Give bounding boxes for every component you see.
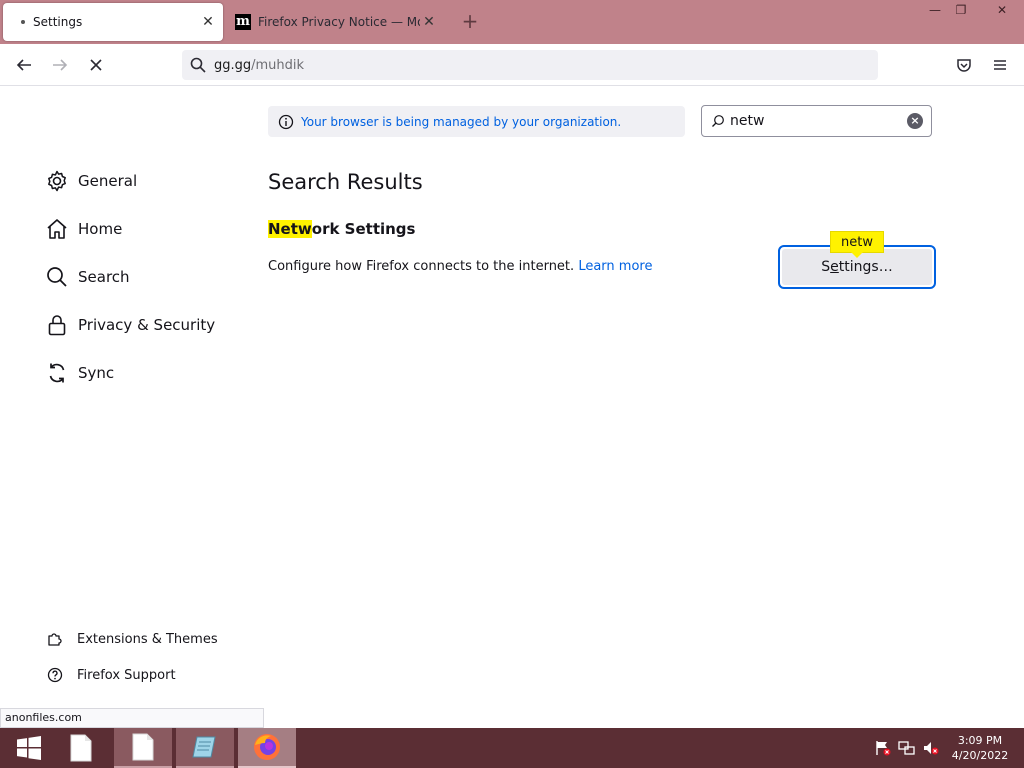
tab-title: Settings <box>33 15 83 29</box>
policy-banner-text: Your browser is being managed by your or… <box>301 114 622 129</box>
arrow-right-icon <box>53 59 68 71</box>
button-text-start: S <box>821 259 831 275</box>
url-path: /muhdik <box>251 57 305 73</box>
network-settings-heading: Network Settings <box>268 220 415 238</box>
windows-taskbar: 3:09 PM 4/20/2022 <box>0 728 1024 768</box>
home-icon <box>44 216 70 242</box>
gear-icon <box>44 168 70 194</box>
taskbar-notepad-app[interactable] <box>176 728 234 768</box>
sync-icon <box>44 360 70 386</box>
sidebar-item-label: Privacy & Security <box>78 316 216 334</box>
sidebar-item-sync[interactable]: Sync <box>44 360 114 386</box>
search-results-heading: Search Results <box>268 170 423 194</box>
settings-search-input[interactable] <box>730 113 900 129</box>
learn-more-link[interactable]: Learn more <box>578 259 652 274</box>
badge-pointer <box>851 252 863 258</box>
mozilla-favicon-icon: m <box>235 14 251 30</box>
pocket-icon <box>957 59 971 72</box>
tab-loading-dot <box>21 20 25 24</box>
document-icon <box>132 733 154 761</box>
sidebar-item-label: Sync <box>78 364 115 382</box>
lock-icon <box>44 312 70 338</box>
window-close-button[interactable]: ✕ <box>980 0 1024 22</box>
windows-logo-icon <box>17 736 41 760</box>
sidebar-item-home[interactable]: Home <box>44 216 122 242</box>
start-button[interactable] <box>0 728 58 768</box>
app-menu-button[interactable] <box>986 51 1014 79</box>
puzzle-icon <box>46 630 64 648</box>
settings-search-field[interactable]: × <box>701 105 932 137</box>
search-icon <box>44 264 70 290</box>
button-accesskey: e <box>830 259 839 275</box>
tab-close-button[interactable]: ✕ <box>420 14 438 30</box>
policy-banner[interactable]: Your browser is being managed by your or… <box>268 106 685 137</box>
network-settings-description: Configure how Firefox connects to the in… <box>268 259 652 274</box>
status-url-overlay: anonfiles.com <box>0 708 264 728</box>
new-tab-button[interactable]: + <box>458 10 482 34</box>
tab-privacy-notice[interactable]: m Firefox Privacy Notice — Mozilla ✕ <box>226 3 444 41</box>
address-bar[interactable]: gg.gg/muhdik <box>182 50 878 80</box>
extensions-themes-label: Extensions & Themes <box>77 631 218 647</box>
info-icon <box>277 113 295 131</box>
system-clock[interactable]: 3:09 PM 4/20/2022 <box>948 733 1012 763</box>
volume-muted-icon[interactable] <box>922 740 940 756</box>
sidebar-item-label: General <box>78 172 138 190</box>
sidebar-item-label: Home <box>78 220 123 238</box>
tab-settings[interactable]: Settings ✕ <box>3 3 223 41</box>
search-match-highlight: Netw <box>268 220 312 238</box>
taskbar-file-app-2[interactable] <box>114 728 172 768</box>
firefox-support-label: Firefox Support <box>77 667 176 683</box>
heading-rest: ork Settings <box>311 220 416 238</box>
search-icon <box>710 113 726 129</box>
action-center-flag-icon[interactable] <box>874 740 892 756</box>
search-icon <box>190 57 206 73</box>
firefox-logo-icon <box>254 734 280 760</box>
hamburger-menu-icon <box>994 60 1006 70</box>
document-icon <box>70 734 92 762</box>
tab-title: Firefox Privacy Notice — Mozilla <box>258 15 420 29</box>
firefox-support-link[interactable]: Firefox Support <box>46 666 176 684</box>
sidebar-item-general[interactable]: General <box>44 168 137 194</box>
tab-close-button[interactable]: ✕ <box>199 14 217 30</box>
sidebar-item-label: Search <box>78 268 130 286</box>
clear-search-icon[interactable]: × <box>907 113 923 129</box>
restore-button[interactable]: ❐ <box>946 0 976 22</box>
back-button[interactable] <box>10 51 38 79</box>
taskbar-file-app[interactable] <box>52 728 110 768</box>
extensions-themes-link[interactable]: Extensions & Themes <box>46 630 218 648</box>
nav-toolbar: gg.gg/muhdik <box>0 44 1024 86</box>
search-match-badge: netw <box>830 231 884 253</box>
notepad-icon <box>192 736 216 758</box>
pocket-button[interactable] <box>950 51 978 79</box>
network-icon[interactable] <box>898 740 916 756</box>
arrow-left-icon <box>16 59 31 71</box>
sidebar-item-search[interactable]: Search <box>44 264 130 290</box>
sidebar-item-privacy[interactable]: Privacy & Security <box>44 312 215 338</box>
stop-button[interactable] <box>82 51 110 79</box>
taskbar-firefox-app[interactable] <box>238 728 296 768</box>
url-host: gg.gg <box>214 57 252 73</box>
description-text: Configure how Firefox connects to the in… <box>268 259 575 274</box>
stop-x-icon <box>90 59 102 71</box>
help-icon <box>46 666 64 684</box>
url-text: gg.gg/muhdik <box>214 58 304 73</box>
clock-date: 4/20/2022 <box>951 749 1009 762</box>
button-text-end: ttings… <box>838 259 893 275</box>
clock-time: 3:09 PM <box>957 734 1003 747</box>
tab-strip: Settings ✕ m Firefox Privacy Notice — Mo… <box>0 0 1024 44</box>
forward-button[interactable] <box>46 51 74 79</box>
